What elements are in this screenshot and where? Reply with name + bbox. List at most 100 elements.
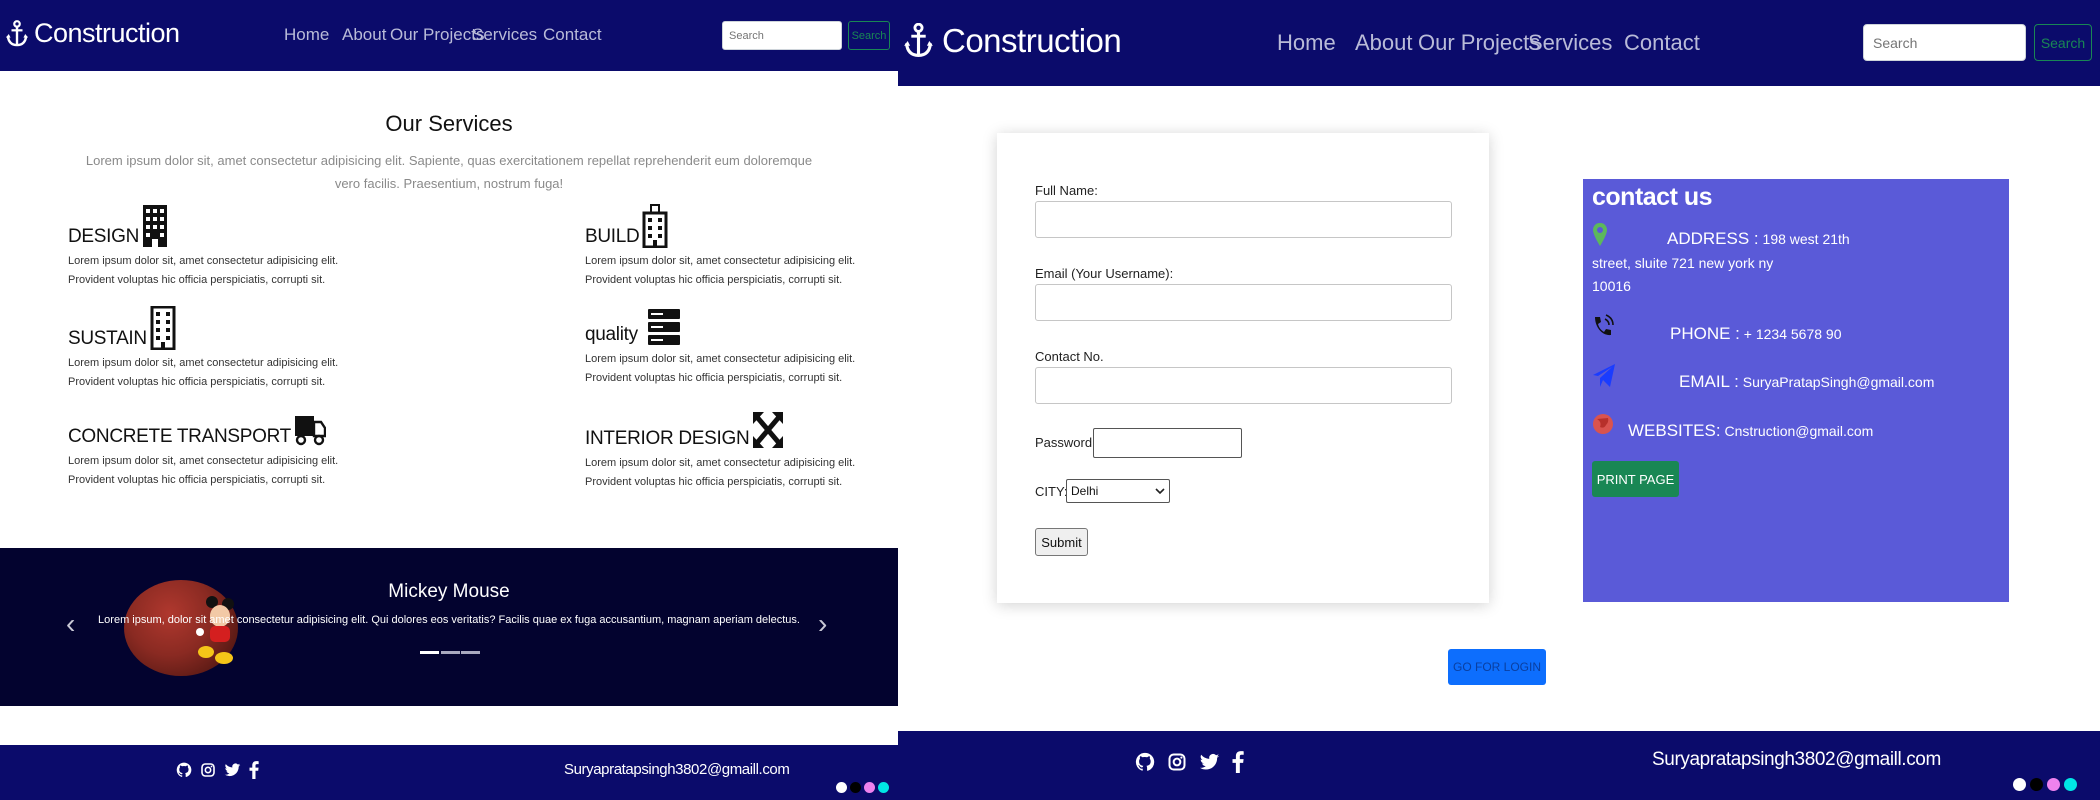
brand-name: Construction	[34, 18, 180, 48]
carousel-indicator-2[interactable]	[441, 651, 460, 654]
service-desc-2: Provident voluptas hic officia perspicia…	[585, 372, 843, 384]
service-desc-1: Lorem ipsum dolor sit, amet consectetur …	[585, 457, 856, 469]
address-key: ADDRESS :	[1667, 229, 1759, 248]
registration-form: Full Name: Email (Your Username): Contac…	[997, 133, 1489, 603]
carousel-indicator-3[interactable]	[461, 651, 480, 654]
service-name: SUSTAIN	[68, 328, 147, 349]
nav-services[interactable]: Services	[1528, 30, 1612, 56]
carousel: ‹ › Mickey Mouse Lorem ipsum, dolor sit …	[0, 548, 898, 706]
nav-contact[interactable]: Contact	[543, 25, 602, 45]
theme-dot-cyan[interactable]	[2064, 778, 2077, 791]
nav-our-projects[interactable]: Our Projects	[390, 25, 484, 45]
go-for-login-button[interactable]: GO FOR LOGIN	[1448, 649, 1546, 685]
chevron-down-icon	[1155, 488, 1165, 495]
social-icons	[1135, 751, 1244, 773]
service-name: DESIGN	[68, 226, 140, 247]
print-page-button[interactable]: PRINT PAGE	[1592, 461, 1679, 497]
theme-dot-cyan[interactable]	[878, 782, 889, 793]
paper-plane-icon	[1593, 364, 1615, 387]
search-button[interactable]: Search	[2034, 24, 2092, 61]
contact-card: contact us ADDRESS : 198 west 21th stree…	[1583, 179, 2009, 602]
brand-link[interactable]: Construction	[6, 18, 180, 49]
nav-home[interactable]: Home	[284, 25, 329, 45]
nav-home[interactable]: Home	[1277, 30, 1336, 56]
footer: Suryapratapsingh3802@gmaill.com	[0, 745, 898, 800]
password-input[interactable]	[1093, 428, 1242, 458]
theme-dot-black[interactable]	[850, 782, 861, 793]
email-input[interactable]	[1035, 284, 1452, 321]
website-row: WEBSITES: Cnstruction@gmail.com	[1628, 421, 1873, 441]
brand-name: Construction	[942, 22, 1122, 59]
nav-our-projects[interactable]: Our Projects	[1418, 30, 1540, 56]
map-marker-icon	[1593, 223, 1607, 246]
address-row: ADDRESS : 198 west 21th	[1667, 229, 1850, 249]
github-icon[interactable]	[1135, 751, 1155, 773]
anchor-icon	[6, 19, 28, 46]
email-key: EMAIL :	[1679, 372, 1739, 391]
twitter-icon[interactable]	[224, 761, 241, 779]
service-name: quality	[585, 324, 638, 345]
facebook-icon[interactable]	[1232, 751, 1244, 773]
service-desc-1: Lorem ipsum dolor sit, amet consectetur …	[68, 455, 339, 467]
full-name-input[interactable]	[1035, 201, 1452, 238]
service-desc-2: Provident voluptas hic officia perspicia…	[68, 274, 326, 286]
footer-email: Suryapratapsingh3802@gmaill.com	[1652, 749, 1941, 770]
search-button[interactable]: Search	[848, 21, 890, 50]
truck-icon	[294, 416, 326, 446]
full-name-label: Full Name:	[1035, 183, 1098, 198]
email-label: Email (Your Username):	[1035, 266, 1174, 281]
address-line-1: 198 west 21th	[1762, 231, 1850, 247]
building-icon	[143, 205, 168, 247]
search-input[interactable]	[722, 21, 842, 50]
theme-dot-pink[interactable]	[2047, 778, 2060, 791]
tower-icon	[150, 306, 176, 350]
footer-email: Suryapratapsingh3802@gmaill.com	[564, 761, 790, 778]
services-title: Our Services	[385, 111, 513, 136]
address-line-2: street, sluite 721 new york ny	[1592, 255, 1774, 271]
hotel-icon	[642, 204, 668, 248]
service-sustain: SUSTAIN Lorem ipsum dolor sit, amet cons…	[68, 306, 398, 392]
submit-button[interactable]: Submit	[1035, 528, 1088, 556]
nav-about[interactable]: About	[342, 25, 386, 45]
website-value: Cnstruction@gmail.com	[1724, 423, 1874, 439]
theme-dot-black[interactable]	[2030, 778, 2043, 791]
carousel-caption: Lorem ipsum, dolor sit amet consectetur …	[98, 614, 800, 626]
search-input[interactable]	[1863, 24, 2026, 61]
server-icon	[647, 309, 680, 345]
city-value: Delhi	[1071, 484, 1099, 498]
brand-link[interactable]: Construction	[904, 22, 1122, 60]
nav-about[interactable]: About	[1355, 30, 1413, 56]
footer: Suryapratapsingh3802@gmaill.com	[898, 731, 2100, 800]
address-line-3: 10016	[1592, 278, 1631, 294]
service-design: DESIGN Lorem ipsum dolor sit, amet conse…	[68, 204, 398, 290]
nav-services[interactable]: Services	[472, 25, 537, 45]
expand-arrows-icon	[753, 412, 784, 448]
twitter-icon[interactable]	[1199, 751, 1220, 773]
nav-contact[interactable]: Contact	[1624, 30, 1700, 56]
theme-dot-white[interactable]	[836, 782, 847, 793]
instagram-icon[interactable]	[200, 761, 216, 779]
services-page: Construction Home About Our Projects Ser…	[0, 0, 898, 800]
service-concrete-transport: CONCRETE TRANSPORT Lorem ipsum dolor sit…	[68, 412, 428, 490]
theme-dot-white[interactable]	[2013, 778, 2026, 791]
service-name: INTERIOR DESIGN	[585, 428, 750, 449]
password-label: Password:	[1035, 435, 1096, 450]
city-select[interactable]: Delhi	[1066, 479, 1170, 503]
instagram-icon[interactable]	[1167, 751, 1187, 773]
contact-label: Contact No.	[1035, 349, 1104, 364]
theme-dot-pink[interactable]	[864, 782, 875, 793]
social-icons	[176, 761, 259, 779]
github-icon[interactable]	[176, 761, 192, 779]
phone-volume-icon	[1595, 314, 1614, 336]
navbar: Construction Home About Our Projects Ser…	[0, 0, 898, 71]
facebook-icon[interactable]	[249, 761, 259, 779]
phone-value: + 1234 5678 90	[1743, 326, 1842, 342]
contact-page: Construction Home About Our Projects Ser…	[898, 0, 2100, 800]
email-row: EMAIL : SuryaPratapSingh@gmail.com	[1679, 372, 1934, 392]
anchor-icon	[904, 23, 933, 57]
carousel-indicator-1[interactable]	[420, 651, 439, 654]
contact-input[interactable]	[1035, 367, 1452, 404]
contact-title: contact us	[1592, 183, 1713, 211]
service-interior-design: INTERIOR DESIGN Lorem ipsum dolor sit, a…	[585, 410, 898, 492]
service-name: CONCRETE TRANSPORT	[68, 426, 291, 447]
